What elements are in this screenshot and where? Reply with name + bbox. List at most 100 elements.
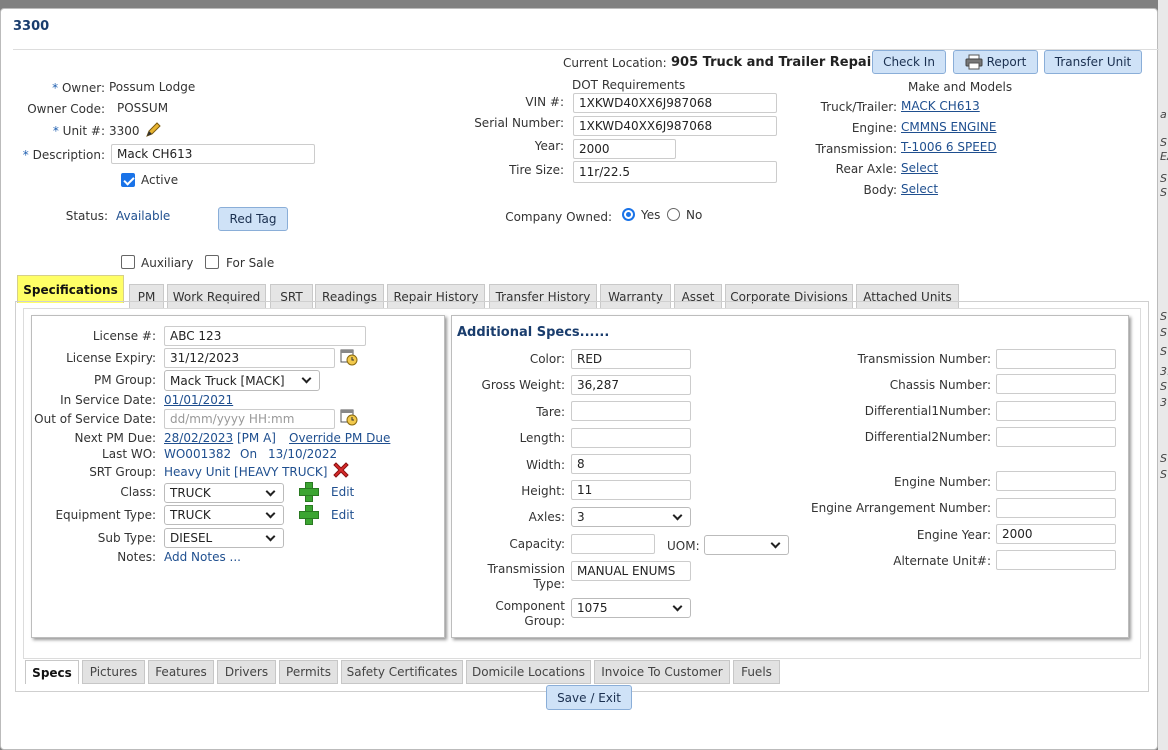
differential1-number-label: Differential1Number: [864, 404, 991, 418]
add-equipment-type-icon[interactable] [299, 505, 319, 525]
tab-specifications[interactable]: Specifications [17, 275, 124, 303]
differential1-number-input[interactable] [996, 401, 1116, 421]
gross-weight-input[interactable]: 36,287 [571, 375, 691, 395]
body-link[interactable]: Select [901, 182, 938, 196]
serial-number-input[interactable]: 1XKWD40XX6J987068 [573, 116, 777, 136]
height-label: Height: [521, 484, 565, 498]
transfer-unit-button[interactable]: Transfer Unit [1044, 50, 1142, 74]
capacity-label: Capacity: [509, 537, 565, 551]
check-in-button[interactable]: Check In [872, 50, 946, 74]
width-input[interactable]: 8 [571, 454, 691, 474]
add-class-icon[interactable] [299, 482, 319, 502]
alternate-unit-input[interactable] [996, 550, 1116, 570]
tab-pictures[interactable]: Pictures [82, 660, 145, 684]
add-notes-link[interactable]: Add Notes ... [164, 550, 241, 564]
edit-class-link[interactable]: Edit [331, 485, 354, 499]
engine-year-input[interactable]: 2000 [996, 524, 1116, 544]
length-label: Length: [519, 431, 565, 445]
engine-label: Engine: [851, 121, 897, 135]
calendar-clock-icon[interactable] [339, 347, 359, 367]
pm-group-select[interactable]: Mack Truck [MACK] [164, 370, 320, 391]
background-text-fragment: 3 [1160, 396, 1167, 409]
pencil-icon[interactable] [144, 121, 162, 139]
rear-axle-link[interactable]: Select [901, 161, 938, 175]
srt-group-label: SRT Group: [89, 465, 156, 479]
tab-safety-certificates[interactable]: Safety Certificates [341, 660, 463, 684]
equipment-type-select[interactable]: TRUCK [164, 505, 284, 525]
tab-drivers[interactable]: Drivers [217, 660, 276, 684]
active-checkbox[interactable] [121, 173, 135, 187]
report-label: Report [986, 55, 1027, 69]
engine-link[interactable]: CMMNS ENGINE [901, 120, 996, 134]
length-input[interactable] [571, 428, 691, 448]
last-wo-value[interactable]: WO001382 [164, 447, 231, 461]
save-exit-button[interactable]: Save / Exit [546, 685, 632, 710]
next-pm-link[interactable]: 28/02/2023 [164, 431, 233, 445]
owner-value: Possum Lodge [109, 80, 196, 94]
last-wo-date: 13/10/2022 [268, 447, 338, 461]
engine-year-label: Engine Year: [916, 528, 991, 542]
tab-invoice-to-customer[interactable]: Invoice To Customer [594, 660, 730, 684]
tab-fuels[interactable]: Fuels [733, 660, 780, 684]
background-text-fragment: S [1160, 310, 1167, 323]
unit-number-label: * Unit #: [52, 124, 105, 138]
report-button[interactable]: Report [953, 50, 1038, 74]
tire-size-input[interactable]: 11r/22.5 [573, 161, 777, 183]
tab-specs[interactable]: Specs [25, 660, 79, 684]
vin-input[interactable]: 1XKWD40XX6J987068 [573, 93, 777, 113]
component-group-select[interactable]: 1075 [571, 598, 691, 618]
sub-type-select[interactable]: DIESEL [164, 528, 284, 548]
year-input[interactable]: 2000 [573, 139, 676, 159]
calendar-clock-icon[interactable] [339, 407, 359, 427]
in-service-link[interactable]: 01/01/2021 [164, 393, 233, 407]
differential2-number-label: Differential2Number: [864, 430, 991, 444]
transmission-type-input[interactable]: MANUAL ENUMS [571, 561, 691, 581]
background-text-fragment: S [1160, 452, 1167, 465]
sub-type-value: DIESEL [170, 531, 213, 545]
tare-input[interactable] [571, 401, 691, 421]
red-tag-button[interactable]: Red Tag [218, 207, 288, 231]
transmission-number-input[interactable] [996, 349, 1116, 369]
printer-icon [965, 54, 983, 70]
truck-trailer-link[interactable]: MACK CH613 [901, 99, 980, 113]
engine-arrangement-input[interactable] [996, 498, 1116, 518]
tare-label: Tare: [536, 405, 565, 419]
capacity-input[interactable] [571, 534, 655, 554]
delete-icon[interactable] [332, 461, 350, 479]
width-label: Width: [526, 458, 565, 472]
color-input[interactable]: RED [571, 349, 691, 369]
chassis-number-input[interactable] [996, 374, 1116, 394]
last-wo-on: On [240, 447, 258, 461]
out-of-service-input[interactable]: dd/mm/yyyy HH:mm [164, 409, 335, 429]
next-pm-label: Next PM Due: [74, 431, 156, 445]
tab-domicile-locations[interactable]: Domicile Locations [466, 660, 591, 684]
uom-select[interactable] [704, 535, 789, 555]
tab-permits[interactable]: Permits [279, 660, 338, 684]
srt-group-value[interactable]: Heavy Unit [HEAVY TRUCK] [164, 465, 327, 479]
transmission-link[interactable]: T-1006 6 SPEED [901, 140, 997, 154]
company-owned-yes-radio[interactable] [622, 208, 635, 221]
chevron-down-icon [265, 508, 276, 518]
owner-code-value: POSSUM [117, 101, 169, 115]
for-sale-checkbox[interactable] [205, 255, 219, 269]
engine-number-input[interactable] [996, 471, 1116, 491]
description-input[interactable]: Mack CH613 [111, 144, 315, 164]
engine-number-label: Engine Number: [894, 475, 991, 489]
differential2-number-input[interactable] [996, 427, 1116, 447]
class-select[interactable]: TRUCK [164, 483, 284, 503]
axles-select[interactable]: 3 [571, 507, 691, 527]
status-value: Available [116, 209, 171, 223]
current-location-value: 905 Truck and Trailer Repair [671, 55, 878, 70]
override-pm-link[interactable]: Override PM Due [289, 431, 390, 445]
tab-features[interactable]: Features [148, 660, 214, 684]
background-text-fragment: S [1160, 186, 1167, 199]
height-input[interactable]: 11 [571, 480, 691, 500]
edit-equipment-type-link[interactable]: Edit [331, 508, 354, 522]
auxiliary-checkbox[interactable] [121, 255, 135, 269]
company-owned-no-radio[interactable] [667, 208, 680, 221]
license-expiry-input[interactable]: 31/12/2023 [164, 348, 335, 368]
sub-type-label: Sub Type: [97, 531, 156, 545]
axles-value: 3 [577, 510, 585, 524]
transfer-unit-label: Transfer Unit [1054, 55, 1132, 69]
license-input[interactable]: ABC 123 [164, 326, 366, 346]
